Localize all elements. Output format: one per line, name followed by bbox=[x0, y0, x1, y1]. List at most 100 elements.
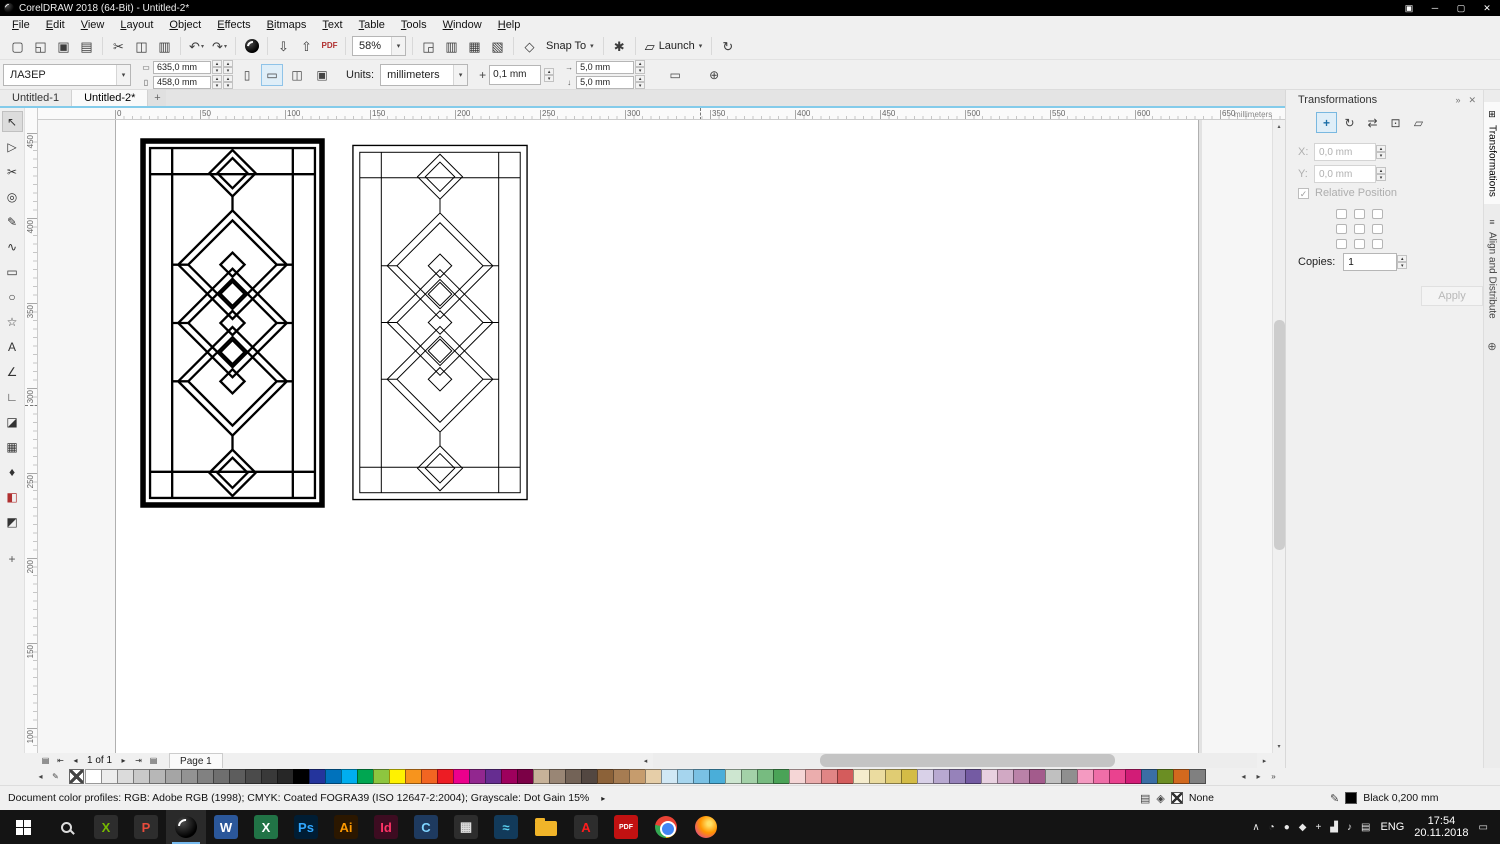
tray-icon-4[interactable]: + bbox=[1315, 822, 1321, 833]
scroll-up-icon[interactable]: ▴ bbox=[1273, 120, 1285, 133]
language-indicator[interactable]: ENG bbox=[1380, 821, 1404, 833]
palette-scroll-left-button[interactable]: ◂ bbox=[33, 769, 48, 784]
stepper[interactable]: ▴▾ bbox=[212, 60, 222, 74]
copy-button[interactable]: ◫ bbox=[130, 35, 153, 57]
spin-up-icon[interactable]: ▴ bbox=[635, 60, 645, 67]
spin-up-icon[interactable]: ▴ bbox=[212, 75, 222, 82]
vertical-scrollbar[interactable]: ▴ ▾ bbox=[1272, 120, 1285, 753]
horizontal-scrollbar[interactable]: ◂ ▸ bbox=[638, 753, 1272, 768]
paste-button[interactable]: ▥ bbox=[153, 35, 176, 57]
snap-to-button[interactable]: Snap To▾ bbox=[541, 35, 599, 57]
menu-effects[interactable]: Effects bbox=[209, 19, 258, 31]
page-width-field[interactable]: 635,0 mm bbox=[153, 61, 211, 74]
stepper[interactable]: ▴▾ bbox=[1376, 167, 1386, 181]
snap-off-button[interactable]: ◇ bbox=[518, 35, 541, 57]
first-page-button[interactable]: ⇤ bbox=[53, 756, 68, 765]
color-swatch[interactable] bbox=[485, 769, 502, 784]
menu-edit[interactable]: Edit bbox=[38, 19, 73, 31]
app-pdf[interactable]: PDF bbox=[606, 810, 646, 844]
export-button[interactable]: ⇧ bbox=[295, 35, 318, 57]
import-button[interactable]: ⇩ bbox=[272, 35, 295, 57]
app-file-explorer[interactable] bbox=[526, 810, 566, 844]
color-swatch[interactable] bbox=[117, 769, 134, 784]
spin-up-icon[interactable]: ▴ bbox=[635, 75, 645, 82]
anchor-checkbox[interactable] bbox=[1354, 209, 1365, 219]
stepper[interactable]: ▴▾ bbox=[212, 75, 222, 89]
size-transform-button[interactable]: ⊡ bbox=[1385, 112, 1406, 133]
spin-down-icon[interactable]: ▾ bbox=[1397, 262, 1407, 269]
app-word[interactable]: W bbox=[206, 810, 246, 844]
duplicate-x-field[interactable]: 5,0 mm bbox=[576, 61, 634, 74]
color-swatch[interactable] bbox=[949, 769, 966, 784]
next-page-button[interactable]: ▸ bbox=[116, 756, 131, 765]
color-swatch[interactable] bbox=[165, 769, 182, 784]
add-docker-button[interactable]: ⊕ bbox=[1487, 340, 1496, 353]
color-swatch[interactable] bbox=[1093, 769, 1110, 784]
color-swatch[interactable] bbox=[149, 769, 166, 784]
color-swatch[interactable] bbox=[1045, 769, 1062, 784]
color-swatch[interactable] bbox=[757, 769, 774, 784]
app-excel[interactable]: X bbox=[246, 810, 286, 844]
menu-tools[interactable]: Tools bbox=[393, 19, 435, 31]
tray-icon-3[interactable]: ◆ bbox=[1299, 822, 1307, 833]
app-illustrator[interactable]: Ai bbox=[326, 810, 366, 844]
color-swatch[interactable] bbox=[1173, 769, 1190, 784]
color-swatch[interactable] bbox=[277, 769, 294, 784]
tab-align-distribute[interactable]: ≡Align and Distribute bbox=[1484, 210, 1500, 326]
stepper[interactable]: ▴▾ bbox=[635, 75, 645, 89]
smart-fill-tool[interactable]: ◩ bbox=[2, 511, 23, 532]
anchor-checkbox[interactable] bbox=[1336, 209, 1347, 219]
palette-eyedropper-button[interactable]: ✎ bbox=[48, 769, 63, 784]
page-height-field[interactable]: 458,0 mm bbox=[153, 76, 211, 89]
color-swatch[interactable] bbox=[309, 769, 326, 784]
color-swatch[interactable] bbox=[181, 769, 198, 784]
docker-flyout-icon[interactable]: » bbox=[1455, 95, 1460, 105]
stepper[interactable]: ▴▾ bbox=[223, 75, 233, 89]
spin-up-icon[interactable]: ▴ bbox=[1376, 167, 1386, 174]
transparency-tool[interactable]: ▦ bbox=[2, 436, 23, 457]
previous-page-button[interactable]: ◂ bbox=[68, 756, 83, 765]
app-coreldraw-x[interactable]: X bbox=[86, 810, 126, 844]
color-swatch[interactable] bbox=[533, 769, 550, 784]
color-swatch[interactable] bbox=[405, 769, 422, 784]
rectangle-tool[interactable]: ▭ bbox=[2, 261, 23, 282]
color-swatch[interactable] bbox=[1157, 769, 1174, 784]
stepper[interactable]: ▴▾ bbox=[1376, 145, 1386, 159]
chevron-down-icon[interactable]: ▾ bbox=[116, 65, 130, 85]
color-swatch[interactable] bbox=[1013, 769, 1030, 784]
eyedropper-tool[interactable]: ♦ bbox=[2, 461, 23, 482]
units-combobox[interactable]: millimeters ▾ bbox=[380, 64, 468, 86]
stepper[interactable]: ▴▾ bbox=[1397, 255, 1407, 269]
add-page-button[interactable]: ▤ bbox=[146, 756, 161, 765]
color-swatch[interactable] bbox=[885, 769, 902, 784]
color-swatch[interactable] bbox=[453, 769, 470, 784]
all-pages-button[interactable]: ◫ bbox=[286, 64, 308, 86]
drawing-thin-panel[interactable] bbox=[350, 140, 530, 505]
last-page-button[interactable]: ⇥ bbox=[131, 756, 146, 765]
spin-up-icon[interactable]: ▴ bbox=[223, 75, 233, 82]
crop-tool[interactable]: ✂ bbox=[2, 161, 23, 182]
spin-down-icon[interactable]: ▾ bbox=[223, 82, 233, 89]
menu-layout[interactable]: Layout bbox=[112, 19, 161, 31]
color-swatch[interactable] bbox=[789, 769, 806, 784]
x-position-field[interactable]: 0,0 mm bbox=[1314, 143, 1376, 161]
nudge-field[interactable]: 0,1 mm bbox=[489, 65, 541, 85]
anchor-checkbox[interactable] bbox=[1336, 224, 1347, 234]
new-tab-button[interactable]: + bbox=[148, 90, 166, 106]
anchor-checkbox[interactable] bbox=[1354, 224, 1365, 234]
color-swatch[interactable] bbox=[693, 769, 710, 784]
fill-color-swatch[interactable] bbox=[1171, 792, 1183, 804]
artistic-media-tool[interactable]: ∿ bbox=[2, 236, 23, 257]
color-swatch[interactable] bbox=[325, 769, 342, 784]
spin-up-icon[interactable]: ▴ bbox=[212, 60, 222, 67]
ellipse-tool[interactable]: ○ bbox=[2, 286, 23, 307]
color-swatch[interactable] bbox=[805, 769, 822, 784]
app-chrome[interactable] bbox=[646, 810, 686, 844]
chevron-down-icon[interactable]: ▾ bbox=[391, 37, 405, 55]
color-swatch[interactable] bbox=[1189, 769, 1206, 784]
color-swatch[interactable] bbox=[389, 769, 406, 784]
reset-workspace-button[interactable]: ↻ bbox=[716, 35, 739, 57]
stepper[interactable]: ▴▾ bbox=[223, 60, 233, 74]
color-swatch[interactable] bbox=[821, 769, 838, 784]
anchor-checkbox[interactable] bbox=[1372, 239, 1383, 249]
